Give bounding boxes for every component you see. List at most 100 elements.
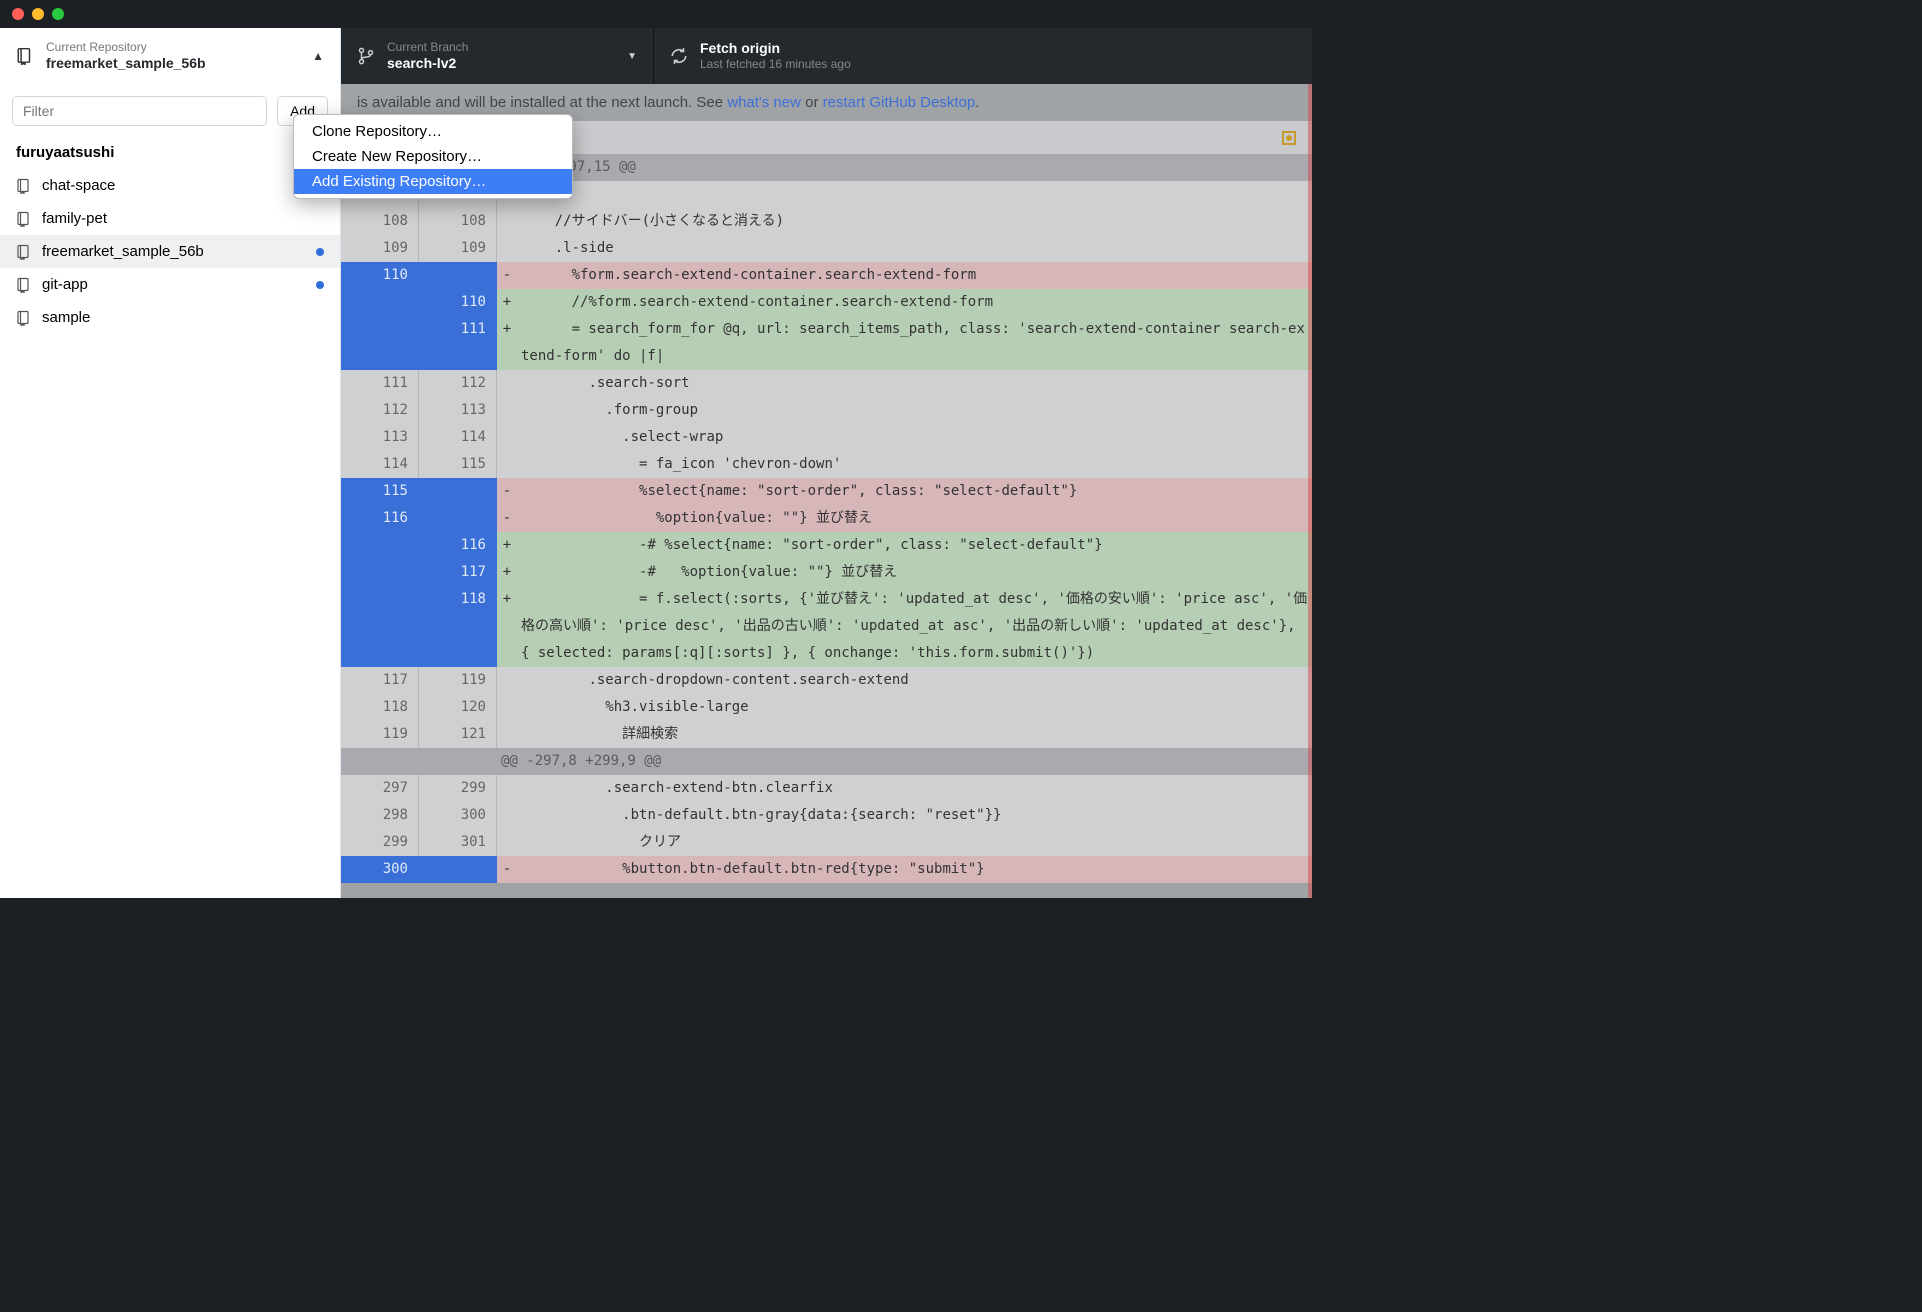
diff-sign xyxy=(497,370,517,397)
header-bar: Current Repository freemarket_sample_56b… xyxy=(0,28,1312,84)
new-line-number xyxy=(419,262,497,289)
old-line-number xyxy=(341,586,419,667)
diff-line[interactable]: 116+ -# %select{name: "sort-order", clas… xyxy=(341,532,1312,559)
filter-input[interactable] xyxy=(12,96,267,126)
old-line-number: 112 xyxy=(341,397,419,424)
diff-line[interactable]: 111+ = search_form_for @q, url: search_i… xyxy=(341,316,1312,370)
code-content: //%form.search-extend-container.search-e… xyxy=(517,289,1312,316)
repo-name: chat-space xyxy=(42,177,115,194)
new-line-number: 115 xyxy=(419,451,497,478)
code-content: %form.search-extend-container.search-ext… xyxy=(517,262,1312,289)
old-line-number: 298 xyxy=(341,802,419,829)
code-content: クリア xyxy=(517,829,1312,856)
diff-line[interactable]: 118+ = f.select(:sorts, {'並び替え': 'update… xyxy=(341,586,1312,667)
diff-line[interactable]: 299301 クリア xyxy=(341,829,1312,856)
old-line-number: 115 xyxy=(341,478,419,505)
repo-name: sample xyxy=(42,309,90,326)
code-content: .search-extend-btn.clearfix xyxy=(517,775,1312,802)
diff-line[interactable]: 115 - %select{name: "sort-order", class: … xyxy=(341,478,1312,505)
branch-label: Current Branch xyxy=(387,40,615,55)
diff-line[interactable]: 111112 .search-sort xyxy=(341,370,1312,397)
diff-sign: - xyxy=(497,478,517,505)
diff-sign xyxy=(497,424,517,451)
diff-line[interactable]: 298300 .btn-default.btn-gray{data:{searc… xyxy=(341,802,1312,829)
diff-sign xyxy=(497,397,517,424)
code-content: %select{name: "sort-order", class: "sele… xyxy=(517,478,1312,505)
fetch-origin-button[interactable]: Fetch origin Last fetched 16 minutes ago xyxy=(654,28,1312,84)
diff-line[interactable]: 117+ -# %option{value: ""} 並び替え xyxy=(341,559,1312,586)
diff-line[interactable]: 112113 .form-group xyxy=(341,397,1312,424)
code-content: %button.btn-default.btn-red{type: "submi… xyxy=(517,856,1312,883)
old-line-number: 119 xyxy=(341,721,419,748)
diff-sign xyxy=(497,667,517,694)
old-line-number: 111 xyxy=(341,370,419,397)
diff-line[interactable]: 116- %option{value: ""} 並び替え xyxy=(341,505,1312,532)
context-menu-item[interactable]: Create New Repository… xyxy=(294,144,572,169)
repo-name: git-app xyxy=(42,276,88,293)
new-line-number: 112 xyxy=(419,370,497,397)
modified-marker-icon xyxy=(1282,131,1296,145)
diff-sign xyxy=(497,208,517,235)
diff-line[interactable]: 108108 //サイドバー(小さくなると消える) xyxy=(341,208,1312,235)
old-line-number: 110 xyxy=(341,262,419,289)
new-line-number: 113 xyxy=(419,397,497,424)
window-minimize-button[interactable] xyxy=(32,8,44,20)
diff-sign: + xyxy=(497,316,517,370)
hunk-header: @@ -297,8 +299,9 @@ xyxy=(497,748,1312,775)
chevron-up-icon: ▲ xyxy=(312,49,324,63)
diff-sign: - xyxy=(497,262,517,289)
fetch-status: Last fetched 16 minutes ago xyxy=(700,57,1296,72)
branch-icon xyxy=(357,47,375,65)
new-line-number: 111 xyxy=(419,316,497,370)
old-line-number: 299 xyxy=(341,829,419,856)
current-repository-dropdown[interactable]: Current Repository freemarket_sample_56b… xyxy=(0,28,341,84)
diff-line[interactable]: 110 - %form.search-extend-container.searc… xyxy=(341,262,1312,289)
code-content: %option{value: ""} 並び替え xyxy=(517,505,1312,532)
new-line-number: 118 xyxy=(419,586,497,667)
repo-label: Current Repository xyxy=(46,40,300,55)
old-line-number: 109 xyxy=(341,235,419,262)
old-line-number: 113 xyxy=(341,424,419,451)
window-close-button[interactable] xyxy=(12,8,24,20)
repo-icon xyxy=(16,47,34,65)
repo-icon xyxy=(16,277,32,293)
repo-name: freemarket_sample_56b xyxy=(42,243,204,260)
repository-sidebar: Add furuyaatsushi chat-spacefamily-petfr… xyxy=(0,84,341,898)
repo-icon xyxy=(16,244,32,260)
diff-line[interactable]: 118120 %h3.visible-large xyxy=(341,694,1312,721)
code-content: -# %select{name: "sort-order", class: "s… xyxy=(517,532,1312,559)
diff-line[interactable]: 109109 .l-side xyxy=(341,235,1312,262)
current-branch-dropdown[interactable]: Current Branch search-lv2 ▼ xyxy=(341,28,654,84)
repo-list-item[interactable]: chat-space xyxy=(0,169,340,202)
new-line-number: 117 xyxy=(419,559,497,586)
old-line-number xyxy=(341,532,419,559)
add-context-menu: Clone Repository…Create New Repository…A… xyxy=(293,114,573,199)
new-line-number: 301 xyxy=(419,829,497,856)
diff-sign xyxy=(497,802,517,829)
diff-line[interactable]: 117119 .search-dropdown-content.search-e… xyxy=(341,667,1312,694)
window-zoom-button[interactable] xyxy=(52,8,64,20)
diff-line[interactable]: 110+ //%form.search-extend-container.sea… xyxy=(341,289,1312,316)
diff-line[interactable]: 113114 .select-wrap xyxy=(341,424,1312,451)
diff-line[interactable]: 300- %button.btn-default.btn-red{type: "… xyxy=(341,856,1312,883)
repo-list-item[interactable]: family-pet xyxy=(0,202,340,235)
diff-area: is available and will be installed at th… xyxy=(341,84,1312,898)
diff-sign xyxy=(497,775,517,802)
repo-icon xyxy=(16,310,32,326)
old-line-number: 300 xyxy=(341,856,419,883)
repo-list-item[interactable]: sample xyxy=(0,301,340,334)
restart-link[interactable]: restart GitHub Desktop xyxy=(823,94,976,111)
context-menu-item[interactable]: Clone Repository… xyxy=(294,119,572,144)
new-line-number: 300 xyxy=(419,802,497,829)
old-line-number xyxy=(341,289,419,316)
diff-line[interactable]: 114115 = fa_icon 'chevron-down' xyxy=(341,451,1312,478)
repo-list-item[interactable]: git-app xyxy=(0,268,340,301)
diff-line[interactable]: @@ -297,8 +299,9 @@ xyxy=(341,748,1312,775)
repo-list-item[interactable]: freemarket_sample_56b xyxy=(0,235,340,268)
diff-line[interactable]: 297299 .search-extend-btn.clearfix xyxy=(341,775,1312,802)
diff-sign: + xyxy=(497,559,517,586)
context-menu-item[interactable]: Add Existing Repository… xyxy=(294,169,572,194)
scrollbar[interactable] xyxy=(1308,84,1312,898)
diff-line[interactable]: 119121 詳細検索 xyxy=(341,721,1312,748)
whats-new-link[interactable]: what's new xyxy=(727,94,801,111)
